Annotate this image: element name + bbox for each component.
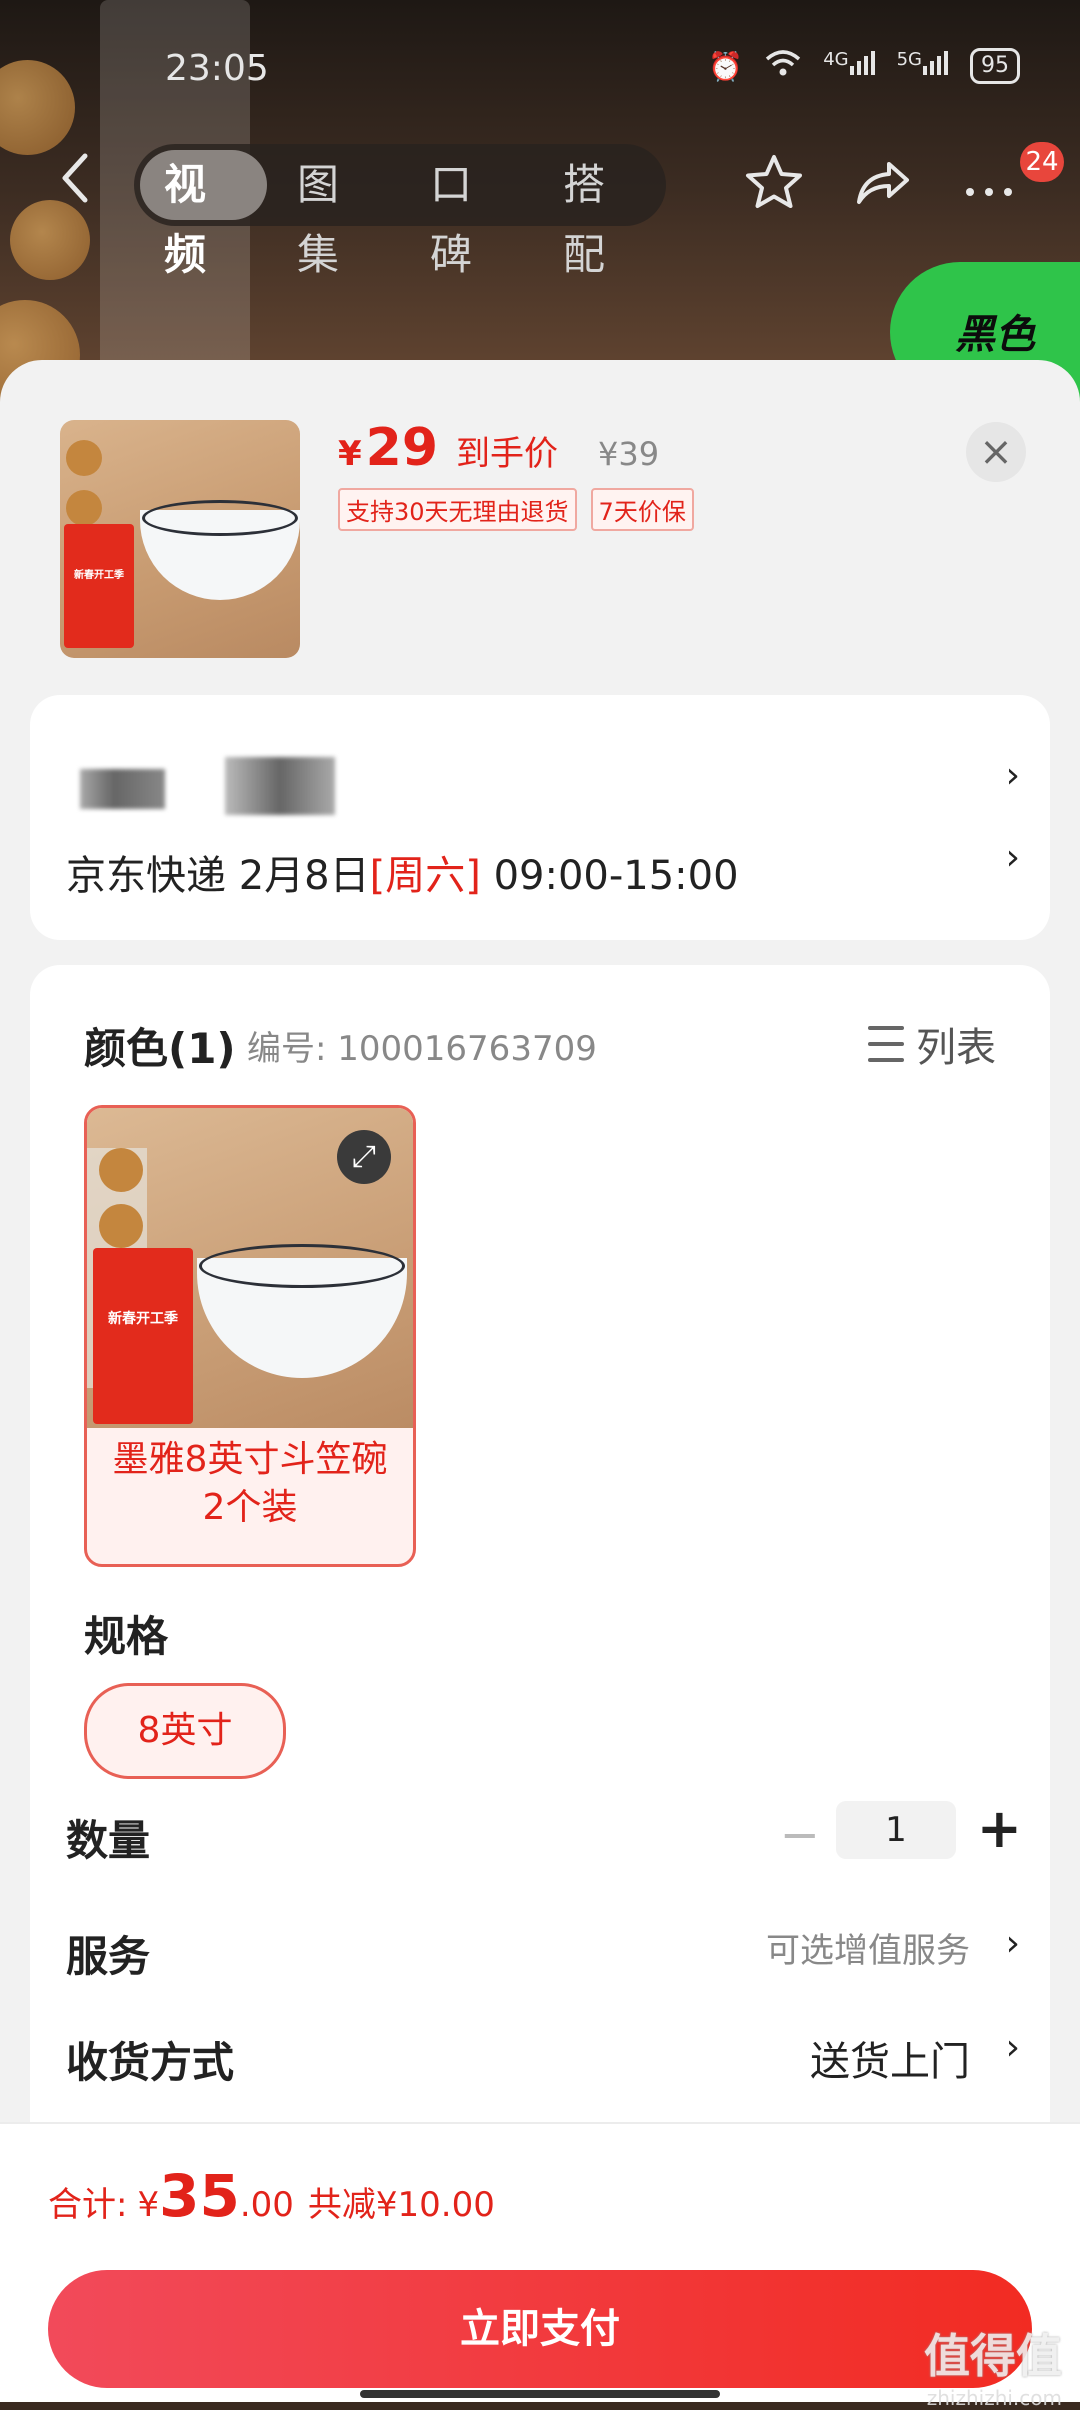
status-icons: ⏰ 4G 5G 95: [708, 48, 1020, 84]
list-view-button[interactable]: 列表: [868, 1015, 996, 1073]
image-cookie: [99, 1148, 143, 1192]
promo-tag: 7天价保: [590, 488, 694, 531]
order-total: 合计: ¥ 35 .00 共减¥10.00: [48, 2162, 495, 2230]
watermark-text: 值得值: [924, 2329, 1062, 2383]
signal-4g-icon: 4G: [823, 49, 875, 82]
shipping-method-label: 收货方式: [66, 2038, 235, 2087]
original-price: ¥39: [598, 435, 660, 473]
wifi-icon: [765, 49, 801, 84]
total-decimal: .00: [239, 2185, 294, 2225]
redacted-address: [225, 757, 335, 815]
total-amount: 35: [159, 2162, 240, 2230]
color-option-label: 墨雅8英寸斗笠碗2个装: [112, 1439, 388, 1528]
alarm-icon: ⏰: [708, 49, 744, 83]
chevron-right-icon: ›: [1005, 1923, 1020, 1964]
service-value[interactable]: 可选增值服务: [766, 1923, 970, 1972]
thumb-cookie: [66, 440, 102, 476]
back-arrow-icon: [62, 153, 88, 203]
final-price-label: 到手价: [456, 434, 559, 474]
checkout-bar: 合计: ¥ 35 .00 共减¥10.00 立即支付 值得值 zhizhizhi…: [0, 2122, 1080, 2410]
chevron-right-icon: ›: [1005, 2027, 1020, 2068]
list-view-label: 列表: [916, 1025, 996, 1071]
expand-icon[interactable]: ⤢: [337, 1130, 391, 1184]
back-button[interactable]: [55, 148, 95, 222]
color-header: 颜色(1): [84, 1024, 236, 1073]
thumb-bowl-rim: [142, 500, 298, 536]
address-card[interactable]: › 京东快递 2月8日[周六] 09:00-15:00 ›: [30, 695, 1050, 940]
image-promo-poster: 新春开工季: [93, 1248, 193, 1424]
delivery-carrier: 京东快递: [66, 853, 226, 899]
close-icon: ×: [979, 429, 1013, 475]
status-bar: 23:05 ⏰ 4G 5G 95: [0, 0, 1080, 120]
quantity-input[interactable]: 1: [836, 1801, 956, 1859]
tab-matching[interactable]: 搭配: [539, 150, 666, 279]
pay-now-button[interactable]: 立即支付: [48, 2270, 1032, 2388]
sku-code: 编号: 100016763709: [247, 1029, 597, 1069]
total-label: 合计:: [48, 2185, 128, 2225]
image-bowl-rim: [199, 1244, 405, 1288]
delivery-info: 京东快递 2月8日[周六] 09:00-15:00: [66, 843, 739, 901]
top-nav: 视频 图集 口碑 搭配 24: [0, 140, 1080, 279]
promo-tag: 支持30天无理由退货: [338, 488, 577, 531]
product-thumbnail[interactable]: 新春开工季: [60, 420, 300, 658]
image-cookie: [99, 1204, 143, 1248]
delivery-date: 2月8日: [238, 853, 370, 899]
shipping-method-value[interactable]: 送货上门: [810, 2029, 970, 2087]
watermark-url: zhizhizhi.com: [926, 2386, 1062, 2410]
thumb-promo-poster: 新春开工季: [64, 524, 134, 648]
thumb-cookie: [66, 490, 102, 526]
delivery-time-window: 09:00-15:00: [493, 853, 739, 899]
watermark-logo: 值得值 zhizhizhi.com: [924, 2320, 1062, 2410]
final-price: ¥29: [338, 418, 439, 478]
battery-icon: 95: [970, 48, 1020, 84]
spec-header: 规格: [84, 1612, 169, 1661]
quantity-label: 数量: [66, 1816, 151, 1865]
close-button[interactable]: ×: [966, 422, 1026, 482]
favorite-star-icon[interactable]: [740, 152, 808, 220]
tab-reviews[interactable]: 口碑: [406, 150, 533, 279]
message-count-badge: 24: [1020, 142, 1064, 182]
product-header: 新春开工季 ¥29 到手价 ¥39 支持30天无理由退货 7天价保 ×: [0, 360, 1080, 690]
total-currency: ¥: [137, 2185, 160, 2225]
price-row: ¥29 到手价 ¥39: [338, 418, 659, 478]
share-icon[interactable]: [848, 152, 916, 220]
signal-5g-icon: 5G: [897, 49, 948, 82]
redacted-name: [80, 769, 165, 809]
media-tabs: 视频 图集 口碑 搭配: [134, 144, 666, 279]
chevron-right-icon: ›: [1005, 755, 1020, 796]
service-label: 服务: [66, 1932, 151, 1981]
status-time: 23:05: [165, 48, 269, 89]
delivery-weekday: [周六]: [369, 853, 481, 899]
color-option-selected[interactable]: 新春开工季 ⤢ 墨雅8英寸斗笠碗2个装: [84, 1105, 416, 1567]
promo-tags: 支持30天无理由退货 7天价保: [338, 488, 694, 531]
quantity-plus-button[interactable]: +: [977, 1797, 1022, 1860]
sku-selection-sheet: 新春开工季 ¥29 到手价 ¥39 支持30天无理由退货 7天价保 × › 京东…: [0, 360, 1080, 2400]
more-menu-icon[interactable]: [955, 152, 1023, 220]
tab-gallery[interactable]: 图集: [273, 150, 400, 279]
color-option-image: 新春开工季 ⤢: [87, 1108, 413, 1428]
spec-option-selected[interactable]: 8英寸: [84, 1683, 286, 1779]
quantity-minus-button[interactable]: −: [780, 1807, 820, 1863]
total-savings: 共减¥10.00: [307, 2185, 495, 2225]
chevron-right-icon: ›: [1005, 837, 1020, 878]
list-icon: [868, 1026, 904, 1062]
home-indicator[interactable]: [360, 2390, 720, 2398]
tab-video[interactable]: 视频: [140, 150, 267, 279]
